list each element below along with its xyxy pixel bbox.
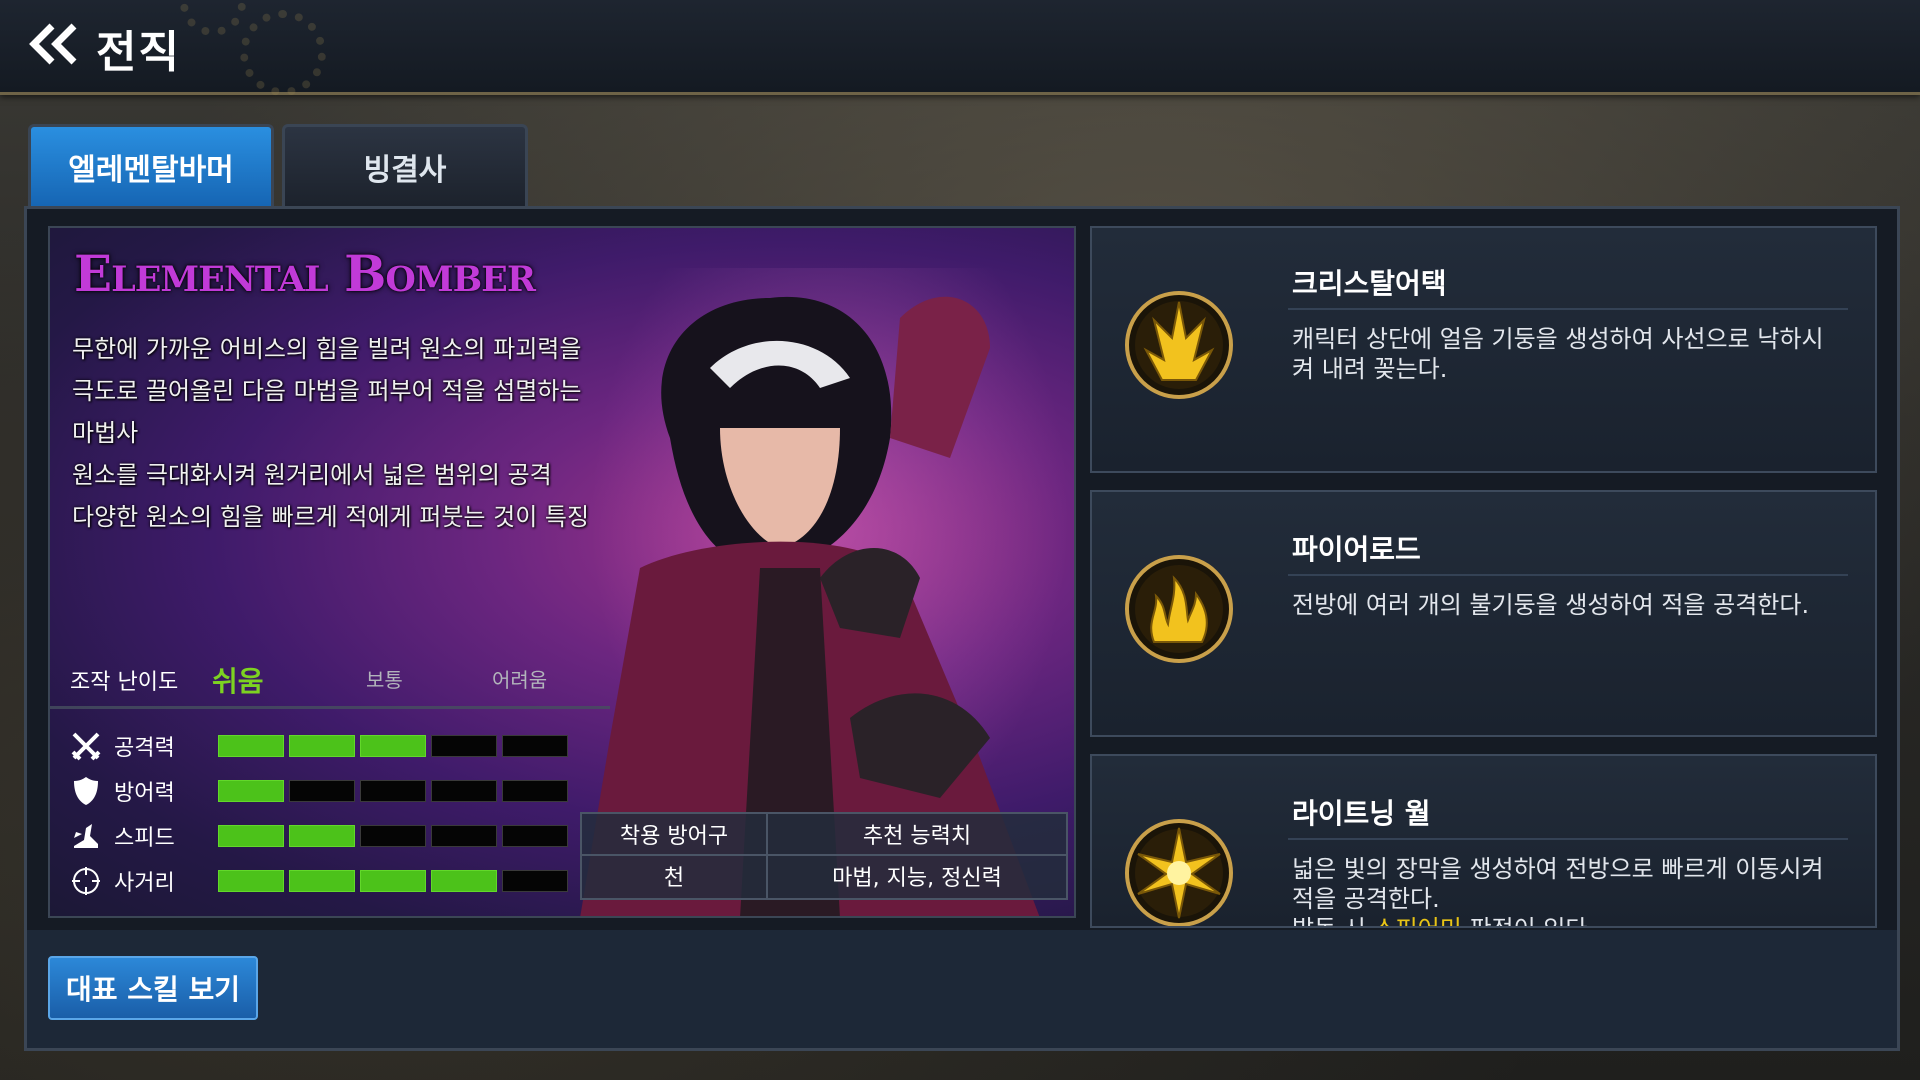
lightning-burst-icon (1125, 819, 1233, 926)
skill-name: 파이어로드 (1292, 533, 1421, 566)
character-card: Elemental Bomber 무한에 가까운 어비스의 힘을 빌려 원소의 … (48, 226, 1076, 918)
stat-bar-filled (431, 870, 497, 892)
skill-description-line: 전방에 여러 개의 불기둥을 생성하여 적을 공격한다. (1292, 591, 1810, 619)
bottom-bar (24, 930, 1900, 1051)
skill-description-line: 넓은 빛의 장막을 생성하여 전방으로 빠르게 이동시켜 (1292, 855, 1824, 883)
stat-bar-empty (502, 780, 568, 802)
stat-bar-empty (502, 735, 568, 757)
skill-name: 크리스탈어택 (1292, 267, 1447, 300)
top-bar: 전직 (0, 0, 1920, 96)
stat-bar-filled (360, 735, 426, 757)
tab-ice-witch[interactable]: 빙결사 (282, 124, 528, 207)
stat-bar-empty (502, 870, 568, 892)
shield-icon (74, 777, 98, 805)
skill-description-line: 켜 내려 꽂는다. (1292, 355, 1448, 383)
stat-bar-empty (360, 780, 426, 802)
ice-crystal-icon (1125, 291, 1233, 399)
skill-card[interactable]: 파이어로드 전방에 여러 개의 불기둥을 생성하여 적을 공격한다. (1090, 490, 1877, 737)
class-name: Elemental Bomber (74, 244, 536, 303)
crosshair-icon (72, 867, 100, 895)
stat-label: 공격력 (114, 736, 175, 761)
stat-bar-empty (289, 780, 355, 802)
difficulty-hard: 어려움 (492, 668, 548, 692)
class-description: 무한에 가까운 어비스의 힘을 빌려 원소의 파괴력을 극도로 끌어올린 다음 … (72, 328, 692, 538)
stat-bars (218, 825, 573, 847)
stat-row-range: 사거리 (70, 861, 573, 901)
stat-bar-filled (289, 870, 355, 892)
stat-bar-empty (502, 825, 568, 847)
skill-card[interactable]: 크리스탈어택 캐릭터 상단에 얼음 기둥을 생성하여 사선으로 낙하시 켜 내려… (1090, 226, 1877, 473)
skill-extra-line: 발동 시 스피어미 판정이 있다 (1292, 914, 1862, 926)
difficulty-normal: 보통 (366, 668, 403, 692)
description-line: 원소를 극대화시켜 원거리에서 넓은 범위의 공격 (72, 461, 552, 489)
stat-label: 방어력 (114, 781, 175, 806)
back-button[interactable] (28, 22, 84, 66)
skill-name: 라이트닝 월 (1292, 797, 1431, 830)
skill-description: 넓은 빛의 장막을 생성하여 전방으로 빠르게 이동시켜 적을 공격한다. 발동… (1292, 854, 1862, 926)
stat-bar-filled (218, 870, 284, 892)
stat-label: 사거리 (114, 871, 175, 896)
equipment-value-stats: 마법, 지능, 정신력 (832, 866, 1002, 891)
stat-bars (218, 780, 573, 802)
equipment-header-stats: 추천 능력치 (862, 824, 972, 849)
fire-pillar-icon (1125, 555, 1233, 663)
skill-description: 캐릭터 상단에 얼음 기둥을 생성하여 사선으로 낙하시 켜 내려 꽂는다. (1292, 324, 1862, 384)
view-skills-button[interactable]: 대표 스킬 보기 (48, 956, 258, 1020)
description-line: 무한에 가까운 어비스의 힘을 빌려 원소의 파괴력을 (72, 335, 582, 363)
stat-bar-empty (360, 825, 426, 847)
stat-bars (218, 735, 573, 757)
stat-bar-filled (289, 825, 355, 847)
page-title: 전직 (96, 27, 181, 78)
stat-row-attack: 공격력 (70, 726, 573, 766)
winged-boot-icon (74, 824, 98, 848)
stat-bars (218, 870, 573, 892)
tab-elemental-bomber[interactable]: 엘레멘탈바머 (28, 124, 274, 207)
stat-bar-filled (218, 780, 284, 802)
stat-row-defense: 방어력 (70, 771, 573, 811)
stat-label: 스피드 (114, 826, 175, 851)
difficulty-easy: 쉬움 (212, 665, 264, 698)
description-line: 다양한 원소의 힘을 빠르게 적에게 퍼붓는 것이 특징 (72, 503, 590, 531)
stat-bar-filled (218, 825, 284, 847)
skill-description-line: 캐릭터 상단에 얼음 기둥을 생성하여 사선으로 낙하시 (1292, 325, 1824, 353)
skill-card[interactable]: 라이트닝 월 넓은 빛의 장막을 생성하여 전방으로 빠르게 이동시켜 적을 공… (1090, 754, 1877, 928)
stat-bar-filled (360, 870, 426, 892)
stat-bar-empty (431, 735, 497, 757)
description-line: 마법사 (72, 419, 139, 447)
gear-decoration-icon (180, 0, 246, 36)
stat-bar-empty (431, 825, 497, 847)
double-chevron-left-icon (29, 23, 77, 65)
stat-bar-empty (431, 780, 497, 802)
skill-description-line: 적을 공격한다. (1292, 885, 1440, 913)
divider (50, 706, 610, 709)
stat-row-speed: 스피드 (70, 816, 573, 856)
skill-highlight: 스피어미 (1374, 915, 1462, 926)
stat-bar-filled (289, 735, 355, 757)
crossed-swords-icon (71, 732, 101, 761)
equipment-header-armor: 착용 방어구 (619, 824, 729, 849)
difficulty-label: 조작 난이도 (70, 670, 179, 695)
equipment-table: 착용 방어구 추천 능력치 천 마법, 지능, 정신력 (580, 812, 1068, 900)
gear-decoration-icon (240, 10, 326, 96)
description-line: 극도로 끌어올린 다음 마법을 퍼부어 적을 섬멸하는 (72, 377, 582, 405)
stat-bar-filled (218, 735, 284, 757)
equipment-value-armor: 천 (663, 866, 685, 891)
skill-description: 전방에 여러 개의 불기둥을 생성하여 적을 공격한다. (1292, 590, 1862, 620)
